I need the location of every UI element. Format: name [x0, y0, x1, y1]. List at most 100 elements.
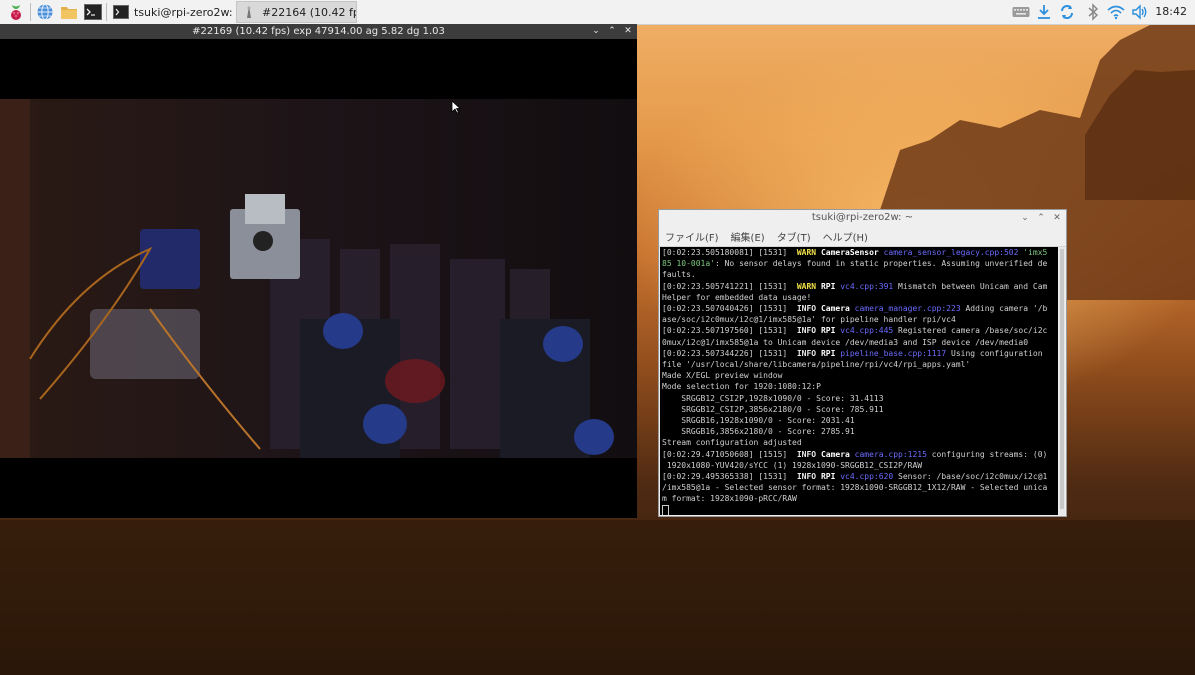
- terminal-icon: [113, 5, 129, 19]
- terminal-text: camera.cpp:1215: [854, 449, 932, 459]
- terminal-text: 0mux/i2c@1/imx585@1a to Unicam device /d…: [662, 337, 1029, 347]
- terminal-text: Camera: [820, 304, 855, 314]
- terminal-text: ase/soc/i2c0mux/i2c@1/imx585@1a' for pip…: [662, 315, 956, 325]
- terminal-text: Mismatch between Unicam and Cam: [898, 281, 1048, 291]
- terminal-launcher-icon[interactable]: [83, 2, 103, 22]
- camera-preview-image: [0, 99, 637, 458]
- terminal-line: Made X/EGL preview window: [662, 370, 1056, 381]
- terminal-text: RPI: [820, 348, 841, 358]
- terminal-text: configuring streams: (0): [931, 449, 1048, 459]
- close-button[interactable]: ✕: [1052, 210, 1062, 226]
- menu-file[interactable]: ファイル(F): [665, 229, 719, 244]
- terminal-text: [0:02:29.471050608] [1515]: [662, 449, 797, 459]
- terminal-text: RPI: [820, 281, 841, 291]
- close-button[interactable]: ✕: [623, 24, 633, 39]
- terminal-text: Using configuration: [951, 348, 1043, 358]
- terminal-text: vc4.cpp:391: [840, 281, 899, 291]
- mouse-cursor-icon: [451, 100, 461, 114]
- terminal-window[interactable]: tsuki@rpi-zero2w: ~ ⌄ ⌃ ✕ ファイル(F) 編集(E) …: [658, 209, 1067, 517]
- task-label: #22164 (10.42 fps)...: [262, 5, 356, 19]
- terminal-titlebar[interactable]: tsuki@rpi-zero2w: ~ ⌄ ⌃ ✕: [659, 210, 1066, 226]
- terminal-text: SRGGB16,1928x1090/0 - Score: 2031.41: [662, 416, 855, 426]
- terminal-text: INFO: [796, 472, 821, 482]
- terminal-text: Sensor: /base/soc/i2c0mux/i2c@1: [898, 472, 1048, 482]
- terminal-output[interactable]: [0:02:23.505180081] [1531] WARN CameraSe…: [660, 247, 1058, 515]
- terminal-line: file '/usr/local/share/libcamera/pipelin…: [662, 359, 1056, 370]
- menu-help[interactable]: ヘルプ(H): [823, 229, 868, 244]
- terminal-text: pipeline_base.cpp:1117: [840, 348, 951, 358]
- terminal-text: file '/usr/local/share/libcamera/pipelin…: [662, 360, 971, 370]
- terminal-line: [0:02:23.505180081] [1531] WARN CameraSe…: [662, 247, 1056, 258]
- terminal-text: INFO: [796, 304, 821, 314]
- terminal-line: m format: 1928x1090-pRCC/RAW: [662, 493, 1056, 504]
- menu-edit[interactable]: 編集(E): [731, 229, 765, 244]
- task-label: tsuki@rpi-zero2w: ~: [134, 5, 233, 19]
- terminal-line: Stream configuration adjusted: [662, 437, 1056, 448]
- terminal-line: 85 10-001a': No sensor delays found in s…: [662, 258, 1056, 269]
- terminal-text: RPI: [820, 326, 841, 336]
- terminal-line: [0:02:29.471050608] [1515] INFO Camera c…: [662, 449, 1056, 460]
- terminal-prompt-line: [662, 504, 1056, 515]
- wifi-icon[interactable]: [1106, 2, 1126, 22]
- terminal-scrollbar[interactable]: [1059, 247, 1065, 515]
- bluetooth-icon[interactable]: [1083, 2, 1103, 22]
- taskbar-separator: [30, 3, 31, 21]
- terminal-text: 1920x1080-YUV420/sYCC (1) 1928x1090-SRGG…: [662, 460, 923, 470]
- terminal-text: 'imx5: [1023, 248, 1048, 257]
- terminal-text: camera_manager.cpp:223: [854, 304, 966, 314]
- maximize-button[interactable]: ⌃: [1036, 210, 1046, 226]
- terminal-text: camera_sensor_legacy.cpp:502: [883, 248, 1024, 257]
- sync-icon[interactable]: [1057, 2, 1077, 22]
- maximize-button[interactable]: ⌃: [607, 24, 617, 39]
- terminal-text: [0:02:23.507197560] [1531]: [662, 326, 797, 336]
- terminal-text: [0:02:23.505180081] [1531]: [662, 248, 797, 257]
- download-icon[interactable]: [1034, 2, 1054, 22]
- terminal-text: [0:02:29.495365338] [1531]: [662, 472, 797, 482]
- keyboard-icon[interactable]: [1011, 2, 1031, 22]
- terminal-line: Helper for embedded data usage!: [662, 292, 1056, 303]
- terminal-text: [0:02:23.505741221] [1531]: [662, 281, 797, 291]
- terminal-text: vc4.cpp:445: [840, 326, 899, 336]
- terminal-text: SRGGB16,3856x2180/0 - Score: 2785.91: [662, 427, 855, 437]
- camera-window-title: #22169 (10.42 fps) exp 47914.00 ag 5.82 …: [192, 26, 445, 37]
- camera-window-titlebar[interactable]: #22169 (10.42 fps) exp 47914.00 ag 5.82 …: [0, 24, 637, 39]
- terminal-line: 1920x1080-YUV420/sYCC (1) 1928x1090-SRGG…: [662, 460, 1056, 471]
- raspberry-menu-icon[interactable]: [6, 2, 26, 22]
- scrollbar-thumb[interactable]: [1060, 249, 1064, 509]
- task-terminal[interactable]: tsuki@rpi-zero2w: ~: [109, 1, 233, 23]
- terminal-text: m format: 1928x1090-pRCC/RAW: [662, 494, 797, 504]
- minimize-button[interactable]: ⌄: [591, 24, 601, 39]
- terminal-menubar: ファイル(F) 編集(E) タブ(T) ヘルプ(H): [659, 226, 1066, 247]
- terminal-text: /imx585@1a - Selected sensor format: 192…: [662, 483, 1048, 493]
- terminal-text: vc4.cpp:620: [840, 472, 899, 482]
- terminal-line: [0:02:23.507344226] [1531] INFO RPI pipe…: [662, 348, 1056, 359]
- terminal-line: 0mux/i2c@1/imx585@1a to Unicam device /d…: [662, 337, 1056, 348]
- camera-app-icon: [241, 5, 257, 19]
- terminal-text: : No sensor delays found in static prope…: [714, 259, 1048, 269]
- terminal-text: Stream configuration adjusted: [662, 438, 802, 448]
- clock[interactable]: 18:42: [1155, 5, 1187, 18]
- terminal-text: Mode selection for 1920:1080:12:P: [662, 382, 821, 392]
- terminal-text: Made X/EGL preview window: [662, 371, 783, 381]
- camera-preview-window[interactable]: #22169 (10.42 fps) exp 47914.00 ag 5.82 …: [0, 24, 637, 518]
- browser-globe-icon[interactable]: [35, 2, 55, 22]
- terminal-text: RPI: [820, 472, 841, 482]
- terminal-line: /imx585@1a - Selected sensor format: 192…: [662, 482, 1056, 493]
- terminal-text: Camera: [820, 449, 855, 459]
- terminal-text: CameraSensor: [820, 248, 884, 257]
- file-manager-icon[interactable]: [59, 2, 79, 22]
- terminal-text: Helper for embedded data usage!: [662, 292, 812, 302]
- task-camera-preview[interactable]: #22164 (10.42 fps)...: [236, 1, 357, 23]
- volume-icon[interactable]: [1130, 2, 1150, 22]
- terminal-text: INFO: [796, 449, 821, 459]
- terminal-line: SRGGB16,3856x2180/0 - Score: 2785.91: [662, 426, 1056, 437]
- terminal-title: tsuki@rpi-zero2w: ~: [811, 212, 914, 223]
- terminal-line: ase/soc/i2c0mux/i2c@1/imx585@1a' for pip…: [662, 314, 1056, 325]
- terminal-line: [0:02:29.495365338] [1531] INFO RPI vc4.…: [662, 471, 1056, 482]
- minimize-button[interactable]: ⌄: [1020, 210, 1030, 226]
- terminal-text: Adding camera '/b: [965, 304, 1048, 314]
- menu-tabs[interactable]: タブ(T): [777, 229, 811, 244]
- terminal-line: Mode selection for 1920:1080:12:P: [662, 381, 1056, 392]
- terminal-line: SRGGB12_CSI2P,1928x1090/0 - Score: 31.41…: [662, 393, 1056, 404]
- terminal-text: Registered camera /base/soc/i2c: [898, 326, 1048, 336]
